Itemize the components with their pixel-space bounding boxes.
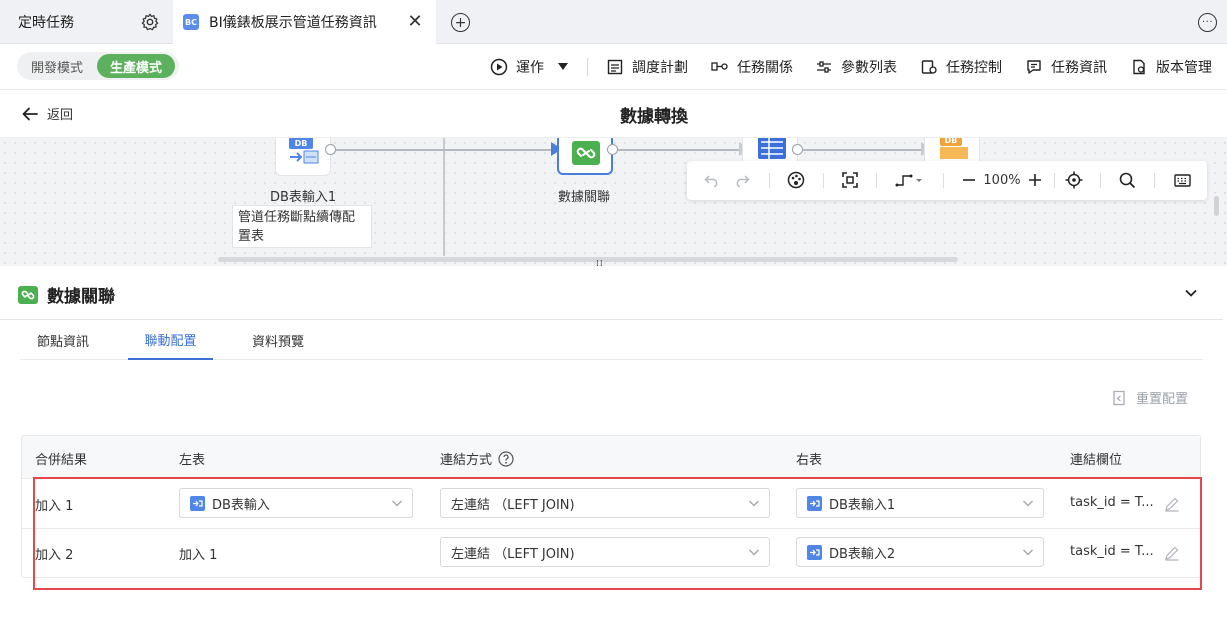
node-output-port[interactable]: [325, 144, 336, 155]
zoom-level: 100%: [983, 172, 1021, 188]
toolbar-divider: [1054, 173, 1055, 188]
resize-handle-icon[interactable]: ⁞⁞: [596, 259, 604, 266]
node-label: 數據關聯: [558, 190, 611, 205]
relation-label: 任務關係: [737, 60, 793, 76]
more-icon[interactable]: ···: [1198, 13, 1217, 32]
params-button[interactable]: 參數列表: [815, 56, 897, 78]
col-header-result: 合併結果: [35, 453, 88, 468]
toolbar-divider: [1100, 173, 1101, 188]
params-label: 參數列表: [841, 60, 897, 76]
toolbar-divider: [943, 173, 944, 188]
page-header: 返回 數據轉換: [0, 90, 1227, 138]
zoom-out-icon[interactable]: [961, 170, 977, 190]
bi-icon: BC: [183, 14, 199, 30]
toolbar-divider: [1154, 173, 1155, 188]
tab-label: 定時任務: [18, 15, 74, 31]
tab-bar: 定時任務 BC BI儀錶板展示管道任務資訊 ✕ + ···: [0, 0, 1227, 44]
toolbar-divider: [876, 173, 877, 188]
panel-title: 數據關聯: [18, 282, 115, 307]
node-data-join[interactable]: [557, 138, 613, 175]
canvas-guideline: [443, 138, 445, 256]
task-control-icon: [920, 58, 938, 76]
node-output-port[interactable]: [607, 144, 618, 155]
edge: [618, 149, 741, 151]
panel-header: 數據關聯: [0, 266, 1223, 320]
tab-node-info[interactable]: 節點資訊: [20, 320, 106, 360]
col-header-left: 左表: [179, 453, 206, 468]
locate-icon[interactable]: [1065, 170, 1083, 190]
node-label: DB表輸入1: [270, 190, 337, 205]
keyboard-icon[interactable]: [1173, 170, 1191, 190]
version-label: 版本管理: [1156, 60, 1212, 76]
help-icon[interactable]: [498, 450, 514, 467]
mode-switch[interactable]: 開發模式 生產模式: [17, 52, 179, 80]
zoom-in-icon[interactable]: [1026, 170, 1044, 190]
node-note: 管道任務斷點續傳配置表: [232, 205, 372, 248]
version-icon: [1130, 58, 1148, 76]
table-icon: [758, 138, 786, 159]
info-button[interactable]: 任務資訊: [1025, 56, 1107, 78]
node-db-input-1[interactable]: DB: [275, 138, 331, 176]
fit-view-icon[interactable]: [841, 170, 859, 190]
relation-button[interactable]: 任務關係: [711, 56, 793, 78]
dev-mode-button[interactable]: 開發模式: [17, 52, 97, 80]
table-header: 合併結果 左表 連結方式 右表 連結欄位: [22, 436, 1200, 479]
run-label: 運作: [516, 60, 544, 76]
edge: [336, 149, 558, 151]
col-header-join: 連結方式: [440, 449, 514, 468]
tab-bi-dashboard[interactable]: BC BI儀錶板展示管道任務資訊 ✕: [173, 0, 436, 44]
toolbar-divider: [769, 173, 770, 188]
close-icon[interactable]: ✕: [406, 11, 424, 32]
panel-tabs: 節點資訊 聯動配置 資料預覽: [20, 320, 1203, 360]
palette-icon[interactable]: [786, 170, 806, 190]
gear-icon[interactable]: [141, 13, 159, 31]
tab-scheduled-tasks[interactable]: 定時任務: [0, 0, 172, 44]
canvas-toolbar: 100%: [687, 161, 1207, 200]
edge: [803, 149, 925, 151]
tab-link-config[interactable]: 聯動配置: [128, 320, 213, 360]
control-button[interactable]: 任務控制: [920, 56, 1002, 78]
toolbar: 開發模式 生產模式 運作 調度計劃 任務關係 參數列表 任務控制 任務資訊 版本…: [0, 44, 1227, 90]
link-icon: [18, 285, 38, 304]
link-icon: [572, 141, 600, 165]
run-button[interactable]: 運作: [490, 56, 568, 78]
toolbar-divider: [587, 58, 588, 76]
relation-icon: [711, 58, 729, 76]
info-label: 任務資訊: [1051, 60, 1107, 76]
caret-down-icon: [558, 63, 568, 70]
panel-title-text: 數據關聯: [47, 287, 115, 307]
vertical-scrollbar[interactable]: [1214, 196, 1219, 216]
horizontal-scrollbar[interactable]: [218, 257, 958, 262]
reset-config-button[interactable]: 重置配置: [1111, 388, 1188, 407]
highlight-box: [33, 477, 1202, 590]
calendar-icon: [606, 58, 624, 76]
reset-label: 重置配置: [1136, 392, 1189, 407]
schedule-label: 調度計劃: [632, 60, 688, 76]
reset-icon: [1113, 390, 1125, 405]
node-output-port[interactable]: [792, 144, 803, 155]
flow-canvas[interactable]: DB DB表輸入1 管道任務斷點續傳配置表 數據關聯 DB 100% ⁞⁞: [0, 138, 1227, 266]
page-title: 數據轉換: [620, 107, 688, 127]
play-icon: [490, 58, 508, 76]
add-tab-icon[interactable]: +: [451, 13, 470, 32]
prod-mode-button[interactable]: 生產模式: [97, 54, 175, 78]
connector-style-icon[interactable]: [894, 170, 924, 190]
tab-label: BI儀錶板展示管道任務資訊: [209, 15, 377, 31]
tab-data-preview[interactable]: 資料預覽: [235, 320, 321, 360]
redo-icon[interactable]: [733, 170, 751, 190]
col-header-right: 右表: [796, 453, 823, 468]
version-button[interactable]: 版本管理: [1130, 56, 1212, 78]
schedule-button[interactable]: 調度計劃: [606, 56, 688, 78]
toolbar-divider: [823, 173, 824, 188]
message-icon: [1025, 58, 1043, 76]
search-icon[interactable]: [1118, 170, 1136, 190]
sliders-icon: [815, 58, 833, 76]
db-output-icon: DB: [940, 138, 968, 161]
control-label: 任務控制: [946, 60, 1002, 76]
col-header-fields: 連結欄位: [1070, 453, 1123, 468]
chevron-down-icon[interactable]: [1184, 286, 1198, 300]
undo-icon[interactable]: [703, 170, 721, 190]
db-input-icon: DB: [289, 138, 319, 166]
